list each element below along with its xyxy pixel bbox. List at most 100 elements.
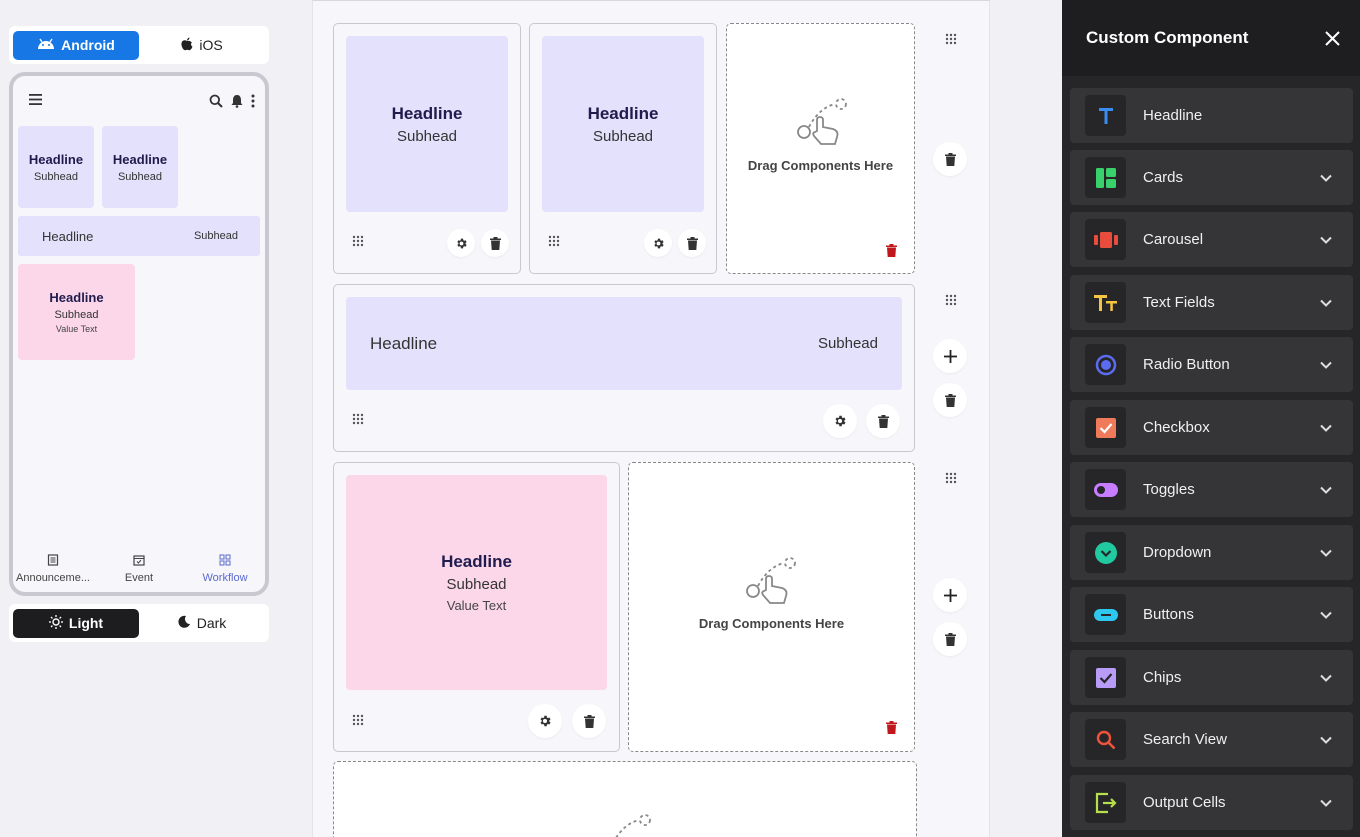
component-toggles[interactable]: Toggles — [1070, 462, 1353, 517]
component-radio-button[interactable]: Radio Button — [1070, 337, 1353, 392]
gear-icon — [835, 415, 846, 427]
component-output-cells[interactable]: Output Cells — [1070, 775, 1353, 830]
delete-button[interactable] — [678, 229, 706, 257]
component-cards[interactable]: Cards — [1070, 150, 1353, 205]
drop-zone[interactable]: Drag Components Here — [726, 23, 915, 274]
trash-icon — [944, 632, 956, 646]
component-carousel[interactable]: Carousel — [1070, 212, 1353, 267]
drag-handle-icon[interactable] — [351, 413, 365, 427]
drag-handle-icon[interactable] — [547, 235, 561, 249]
output-icon — [1085, 782, 1126, 823]
bell-icon[interactable] — [231, 94, 243, 113]
component-label: Carousel — [1143, 231, 1204, 248]
drop-zone-text: Drag Components Here — [747, 158, 894, 173]
trash-icon — [583, 714, 595, 728]
builder-canvas: Headline Subhead Headline Subhead Drag C… — [312, 0, 990, 837]
light-theme-button[interactable]: Light — [13, 608, 139, 638]
more-vert-icon[interactable] — [251, 94, 255, 113]
ios-button[interactable]: iOS — [139, 31, 265, 60]
component-buttons[interactable]: Buttons — [1070, 587, 1353, 642]
card-container[interactable]: Headline Subhead — [333, 284, 915, 452]
menu-icon[interactable] — [29, 92, 42, 110]
toggle-icon — [1085, 469, 1126, 510]
phone-preview: Headline Subhead Headline Subhead Headli… — [9, 72, 269, 596]
canvas-bar-card[interactable]: Headline Subhead — [346, 297, 902, 390]
nav-item-event[interactable]: Event — [101, 554, 177, 584]
settings-button[interactable] — [823, 404, 857, 438]
card-headline: Headline — [49, 290, 104, 305]
sun-icon — [48, 614, 63, 632]
drag-handle-icon[interactable] — [944, 294, 958, 308]
nav-label: Announceme... — [16, 572, 90, 584]
workflow-icon — [219, 554, 231, 569]
card-subhead: Subhead — [54, 309, 99, 321]
trash-icon[interactable] — [886, 244, 897, 257]
bar-headline: Headline — [370, 333, 438, 353]
bar-subhead: Subhead — [817, 335, 878, 352]
chevron-down-icon — [1320, 674, 1332, 682]
delete-row-button[interactable] — [933, 142, 967, 176]
document-icon — [47, 554, 59, 569]
delete-button[interactable] — [866, 404, 900, 438]
component-label: Toggles — [1143, 481, 1195, 498]
gear-icon — [540, 715, 551, 727]
drop-zone[interactable]: Drag Components Here — [628, 462, 915, 752]
component-dropdown[interactable]: Dropdown — [1070, 525, 1353, 580]
card-container[interactable]: Headline Subhead Value Text — [333, 462, 620, 752]
android-button[interactable]: Android — [13, 30, 139, 60]
component-text-fields[interactable]: Text Fields — [1070, 275, 1353, 330]
radio-icon — [1085, 344, 1126, 385]
chevron-down-icon — [1320, 611, 1332, 619]
drag-handle-icon[interactable] — [351, 714, 365, 728]
component-label: Headline — [1143, 107, 1203, 124]
close-button[interactable] — [1320, 26, 1344, 50]
phone-bar-card[interactable]: Headline Subhead — [18, 216, 260, 256]
checkbox-icon — [1085, 407, 1126, 448]
close-icon — [1324, 30, 1340, 46]
text-t-icon — [1085, 95, 1126, 136]
component-chips[interactable]: Chips — [1070, 650, 1353, 705]
card-headline: Headline — [28, 151, 84, 167]
chevron-down-icon — [1320, 174, 1332, 182]
nav-item-workflow[interactable]: Workflow — [187, 554, 263, 584]
delete-row-button[interactable] — [933, 622, 967, 656]
add-row-button[interactable] — [933, 578, 967, 612]
component-label: Search View — [1143, 731, 1227, 748]
card-container[interactable]: Headline Subhead — [529, 23, 717, 274]
canvas-card[interactable]: Headline Subhead — [346, 36, 508, 212]
phone-pink-card[interactable]: Headline Subhead Value Text — [18, 264, 135, 360]
delete-row-button[interactable] — [933, 383, 967, 417]
nav-item-announcements[interactable]: Announceme... — [15, 554, 91, 584]
delete-button[interactable] — [572, 704, 606, 738]
settings-button[interactable] — [528, 704, 562, 738]
settings-button[interactable] — [447, 229, 475, 257]
drag-handle-icon[interactable] — [944, 472, 958, 486]
dark-theme-button[interactable]: Dark — [139, 609, 265, 638]
phone-bottom-nav: Announceme... Event Workflow — [13, 554, 265, 584]
trash-icon[interactable] — [886, 721, 897, 734]
component-headline[interactable]: Headline — [1070, 88, 1353, 143]
card-headline: Headline — [587, 103, 659, 123]
settings-button[interactable] — [644, 229, 672, 257]
plus-icon — [943, 588, 957, 602]
canvas-card[interactable]: Headline Subhead — [542, 36, 704, 212]
calendar-icon — [133, 554, 145, 569]
card-container[interactable]: Headline Subhead — [333, 23, 521, 274]
canvas-pink-card[interactable]: Headline Subhead Value Text — [346, 475, 607, 690]
component-search-view[interactable]: Search View — [1070, 712, 1353, 767]
chevron-down-icon — [1320, 736, 1332, 744]
component-checkbox[interactable]: Checkbox — [1070, 400, 1353, 455]
card-subhead: Subhead — [33, 170, 79, 183]
add-row-button[interactable] — [933, 339, 967, 373]
ios-label: iOS — [199, 37, 223, 53]
trash-icon — [944, 152, 956, 166]
chevron-down-icon — [1320, 236, 1332, 244]
component-label: Radio Button — [1143, 356, 1230, 373]
search-icon[interactable] — [209, 94, 223, 113]
delete-button[interactable] — [481, 229, 509, 257]
phone-card[interactable]: Headline Subhead — [102, 126, 178, 208]
drop-zone[interactable] — [333, 761, 917, 837]
drag-handle-icon[interactable] — [351, 235, 365, 249]
drag-handle-icon[interactable] — [944, 33, 958, 47]
phone-card[interactable]: Headline Subhead — [18, 126, 94, 208]
